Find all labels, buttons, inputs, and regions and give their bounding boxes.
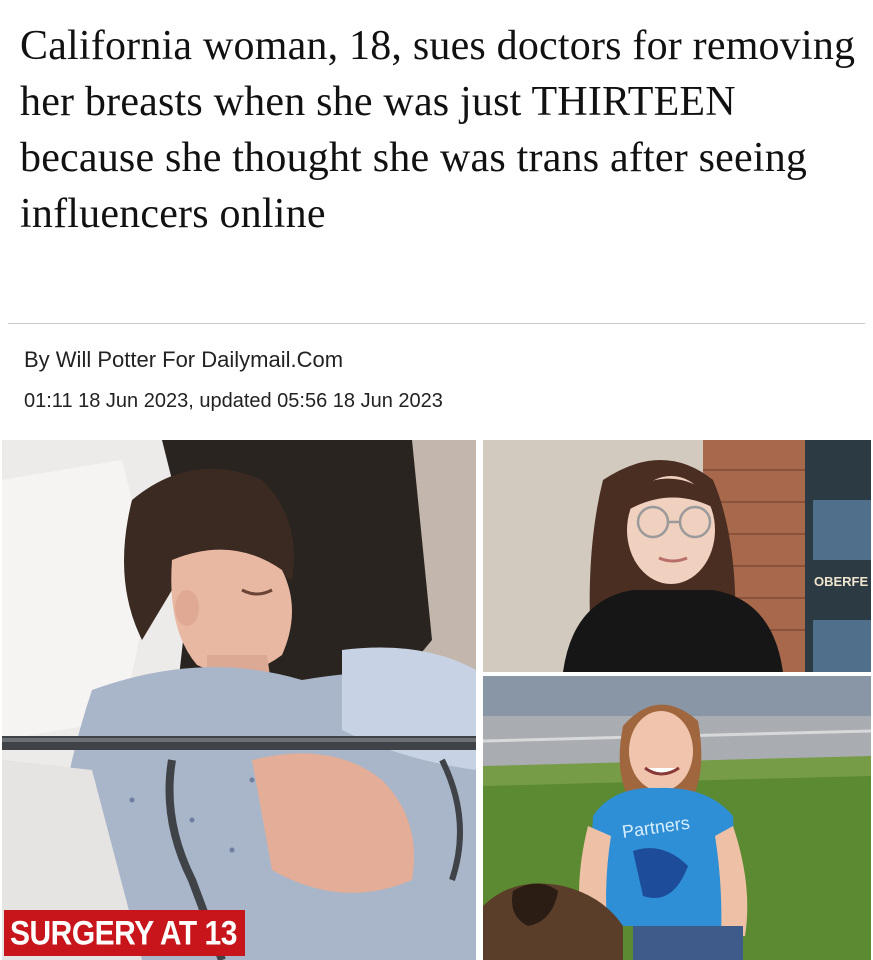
shop-sign-text: OBERFE xyxy=(814,574,869,589)
article-headline: California woman, 18, sues doctors for r… xyxy=(20,23,856,237)
portrait-scene-illustration: OBERFE xyxy=(483,440,871,672)
portrait-photo: OBERFE xyxy=(483,440,871,672)
hospital-scene-illustration xyxy=(2,440,476,960)
article-byline[interactable]: By Will Potter For Dailymail.Com xyxy=(24,346,343,374)
childhood-photo: Partners xyxy=(483,676,871,960)
article-dateline: 01:11 18 Jun 2023, updated 05:56 18 Jun … xyxy=(24,390,443,412)
hospital-bed-photo: SURGERY AT 13 xyxy=(2,440,476,960)
childhood-scene-illustration: Partners xyxy=(483,676,871,960)
surgery-caption-badge: SURGERY AT 13 xyxy=(4,910,245,956)
headline-divider xyxy=(8,323,865,324)
